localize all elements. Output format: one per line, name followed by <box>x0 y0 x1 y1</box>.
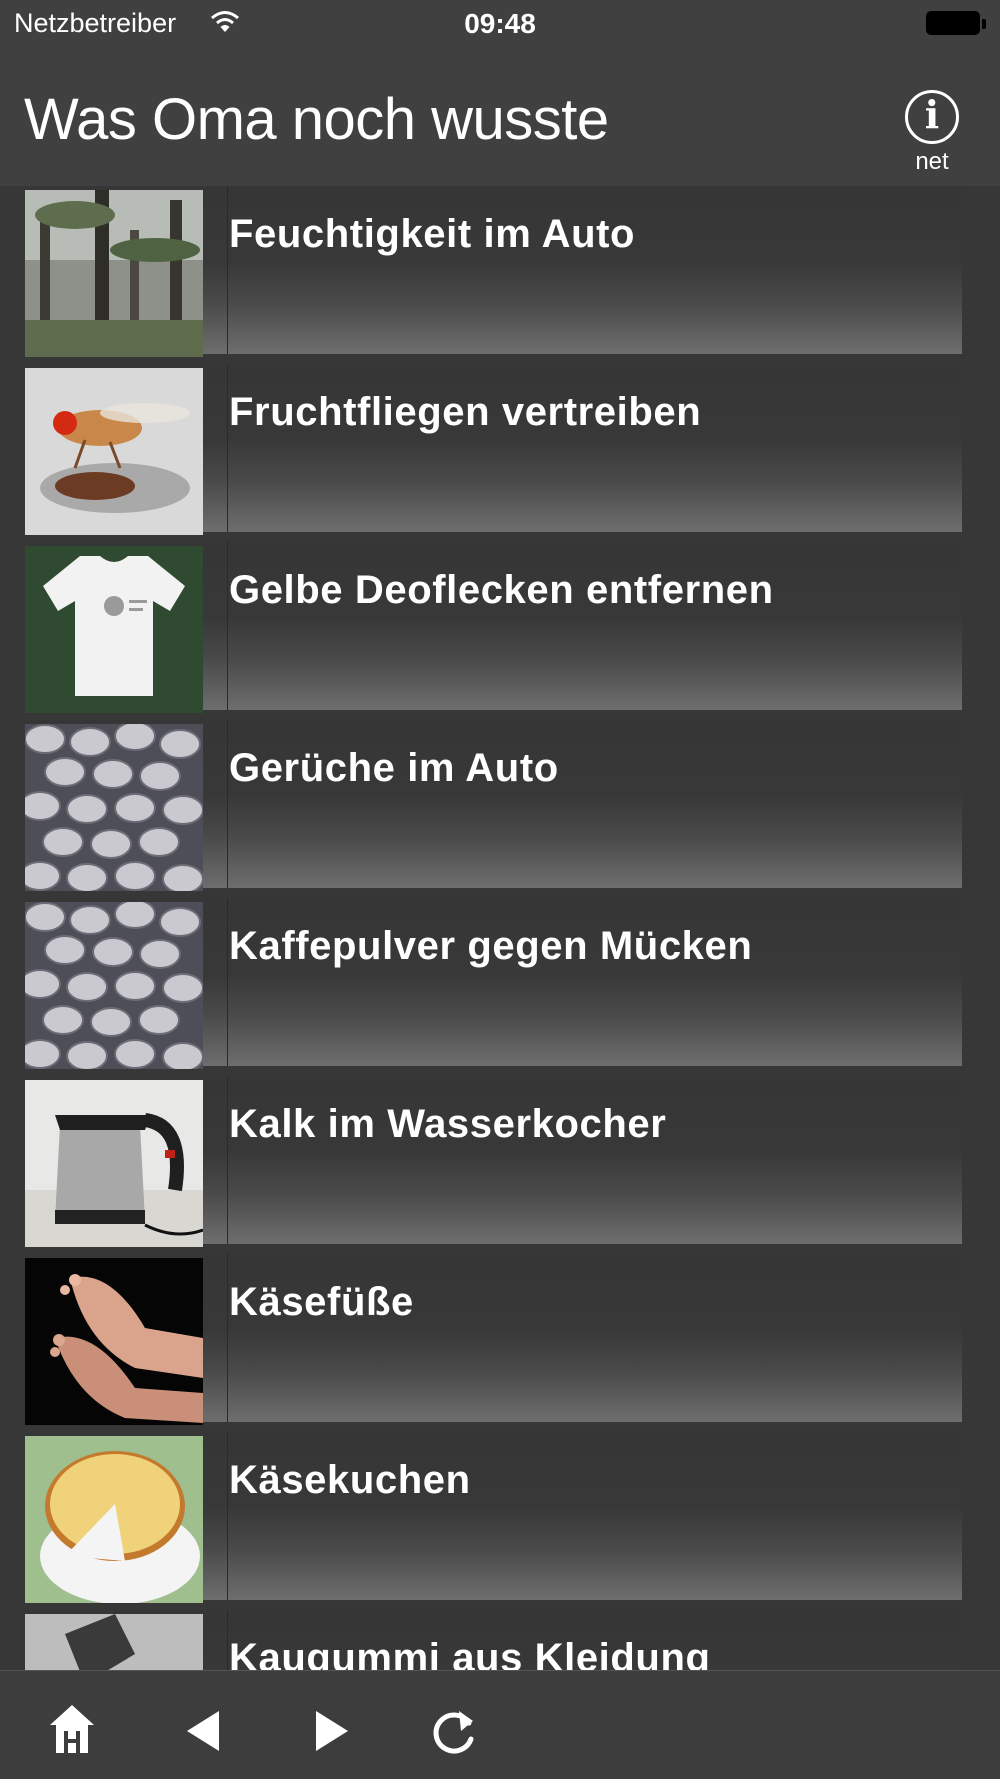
home-icon[interactable] <box>42 1701 102 1761</box>
list-item[interactable]: Kaffepulver gegen Mücken <box>25 898 962 1069</box>
tshirt-thumbnail <box>25 546 203 713</box>
fruit-fly-thumbnail <box>25 368 203 535</box>
divider <box>227 542 228 710</box>
coffee-beans-thumbnail <box>25 724 203 891</box>
list-item[interactable]: Gerüche im Auto <box>25 720 962 891</box>
list-item-title: Fruchtfliegen vertreiben <box>229 390 702 434</box>
divider <box>227 364 228 532</box>
list-item[interactable]: Kalk im Wasserkocher <box>25 1076 962 1247</box>
list-item-title: Gelbe Deoflecken entfernen <box>229 568 774 612</box>
divider <box>227 1610 228 1670</box>
list-item[interactable]: Kaugummi aus Kleidung <box>25 1610 962 1670</box>
coffee-beans-thumbnail <box>25 902 203 1069</box>
list-item-title: Feuchtigkeit im Auto <box>229 212 636 256</box>
page-title: Was Oma noch wusste <box>24 87 609 152</box>
list-item[interactable]: Fruchtfliegen vertreiben <box>25 364 962 535</box>
article-list[interactable]: Feuchtigkeit im Auto Fruchtfliegen vertr… <box>0 186 1000 1670</box>
clock: 09:48 <box>464 8 536 39</box>
divider <box>227 1432 228 1600</box>
forward-icon[interactable] <box>300 1701 360 1761</box>
list-item[interactable]: Käsekuchen <box>25 1432 962 1603</box>
battery-icon <box>926 11 986 37</box>
divider <box>227 186 228 354</box>
cheesecake-thumbnail <box>25 1436 203 1603</box>
status-bar: Netzbetreiber 09:48 <box>0 0 1000 50</box>
divider <box>227 898 228 1066</box>
list-item-title: Kalk im Wasserkocher <box>229 1102 667 1146</box>
divider <box>227 1254 228 1422</box>
gum-thumbnail <box>25 1614 203 1670</box>
list-item[interactable]: Feuchtigkeit im Auto <box>25 186 962 357</box>
kettle-thumbnail <box>25 1080 203 1247</box>
list-item[interactable]: Käsefüße <box>25 1254 962 1425</box>
list-item-title: Käsekuchen <box>229 1458 471 1502</box>
list-item-title: Kaffepulver gegen Mücken <box>229 924 753 968</box>
list-item-title: Kaugummi aus Kleidung <box>229 1636 711 1670</box>
bottom-toolbar <box>0 1670 1000 1779</box>
divider <box>227 1076 228 1244</box>
reload-icon[interactable] <box>425 1701 485 1761</box>
back-icon[interactable] <box>175 1701 235 1761</box>
info-icon: i <box>905 90 959 144</box>
list-item[interactable]: Gelbe Deoflecken entfernen <box>25 542 962 713</box>
info-caption: net <box>915 148 949 175</box>
feet-thumbnail <box>25 1258 203 1425</box>
divider <box>227 720 228 888</box>
list-item-title: Gerüche im Auto <box>229 746 559 790</box>
list-item-title: Käsefüße <box>229 1280 414 1324</box>
forest-thumbnail <box>25 190 203 357</box>
navigation-bar: Was Oma noch wusste i net <box>0 50 1000 186</box>
